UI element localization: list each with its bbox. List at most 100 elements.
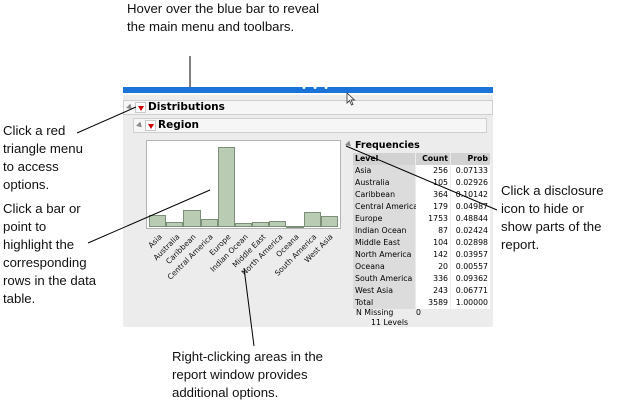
callout-line: triangle menu (3, 141, 83, 156)
callout-line: highlight the (3, 237, 75, 252)
n-missing-label: N Missing (356, 308, 394, 317)
callout-line: Right-clicking areas in the (172, 349, 323, 364)
chart-bar[interactable] (286, 226, 304, 228)
frequencies-title: Frequencies (355, 140, 420, 151)
region-title: Region (158, 119, 200, 131)
callout-disclosure: Click a disclosure icon to hide or show … (501, 182, 604, 254)
prob-cell: 0.07133 (451, 165, 490, 177)
table-row[interactable]: West Asia 243 0.06771 (353, 285, 490, 297)
prob-cell: 0.02926 (451, 177, 490, 189)
chart-bar[interactable] (269, 220, 287, 227)
count-cell: 104 (416, 237, 450, 249)
callout-top: Hover over the blue bar to reveal the ma… (127, 0, 319, 36)
count-cell: 364 (416, 189, 450, 201)
callout-line: icon to hide or (501, 201, 584, 216)
count-cell: 3589 (416, 297, 450, 309)
chart-bar[interactable] (234, 223, 253, 227)
callout-line: show parts of the (501, 219, 602, 234)
count-cell: 336 (416, 273, 450, 285)
callout-bar-click: Click a bar or point to highlight the co… (3, 200, 96, 308)
callout-line: the main menu and toolbars. (127, 19, 295, 34)
level-header[interactable]: Level (353, 153, 415, 165)
chart-bar[interactable] (320, 215, 338, 227)
level-cell: Asia (353, 165, 415, 177)
callout-line: Hover over the blue bar to reveal (127, 1, 320, 16)
red-triangle-icon (137, 105, 144, 111)
level-cell: North America (353, 249, 415, 261)
callout-line: point to (3, 219, 47, 234)
chart-bar[interactable] (303, 211, 321, 227)
callout-line: report window provides (172, 367, 308, 382)
prob-cell: 0.00557 (451, 261, 490, 273)
level-cell: Caribbean (353, 189, 415, 201)
chart-bar[interactable] (149, 215, 167, 227)
red-triangle-menu-button[interactable] (145, 120, 156, 131)
count-cell: 179 (416, 201, 450, 213)
levels-count: 11 Levels (371, 318, 409, 327)
distributions-header[interactable]: Distributions (123, 100, 493, 115)
table-row[interactable]: Oceana 20 0.00557 (353, 261, 490, 273)
table-row[interactable]: Caribbean 364 0.10142 (353, 189, 490, 201)
chart-bar[interactable] (217, 147, 235, 227)
blue-menu-bar[interactable]: • • • (123, 83, 493, 94)
callout-line: rows in the data (3, 273, 97, 288)
disclosure-icon[interactable] (136, 121, 144, 130)
prob-cell: 0.48844 (451, 213, 490, 225)
callout-right-click: Right-clicking areas in the report windo… (172, 348, 323, 402)
count-cell: 243 (416, 285, 450, 297)
count-cell: 142 (416, 249, 450, 261)
callout-line: Click a bar or (3, 201, 81, 216)
prob-header[interactable]: Prob (451, 153, 490, 165)
table-row[interactable]: South America 336 0.09362 (353, 273, 490, 285)
region-bar-chart[interactable] (146, 140, 341, 229)
table-row[interactable]: Central America 179 0.04987 (353, 201, 490, 213)
mouse-cursor-icon (346, 92, 356, 106)
red-triangle-icon (147, 123, 154, 129)
disclosure-icon[interactable] (345, 140, 353, 149)
level-cell: Middle East (353, 237, 415, 249)
prob-cell: 0.04987 (451, 201, 490, 213)
count-cell: 20 (416, 261, 450, 273)
table-row[interactable]: Indian Ocean 87 0.02424 (353, 225, 490, 237)
level-cell: West Asia (353, 285, 415, 297)
table-row[interactable]: Middle East 104 0.02898 (353, 237, 490, 249)
level-cell: Oceana (353, 261, 415, 273)
disclosure-icon[interactable] (126, 103, 134, 112)
callout-line: Click a red (3, 123, 66, 138)
red-triangle-menu-button[interactable] (135, 102, 146, 113)
chart-bar[interactable] (200, 218, 218, 227)
distributions-title: Distributions (148, 101, 225, 113)
chart-bar[interactable] (252, 222, 270, 227)
table-row[interactable]: North America 142 0.03957 (353, 249, 490, 261)
table-row[interactable]: Australia 105 0.02926 (353, 177, 490, 189)
prob-cell: 0.06771 (451, 285, 490, 297)
level-cell: South America (353, 273, 415, 285)
prob-cell: 0.10142 (451, 189, 490, 201)
n-missing-value: 0 (416, 308, 421, 317)
callout-line: report. (501, 237, 540, 252)
count-cell: 105 (416, 177, 450, 189)
region-header[interactable]: Region (133, 118, 487, 133)
count-cell: 87 (416, 225, 450, 237)
level-cell: Central America (353, 201, 419, 213)
callout-line: options. (3, 177, 50, 192)
level-cell: Indian Ocean (353, 225, 415, 237)
count-header[interactable]: Count (416, 153, 450, 165)
callout-line: Click a disclosure (501, 183, 604, 198)
count-cell: 256 (416, 165, 450, 177)
report-pane[interactable]: Distributions Region Asia Australia Caribb… (123, 95, 493, 327)
chart-bar[interactable] (183, 210, 201, 227)
callout-line: additional options. (172, 385, 279, 400)
level-cell: Australia (353, 177, 415, 189)
table-row[interactable]: Europe 1753 0.48844 (353, 213, 490, 225)
report-window[interactable]: • • • Distributions Region Asia Australia… (123, 83, 493, 327)
prob-cell: 1.00000 (451, 297, 490, 309)
frequencies-header[interactable]: Frequencies (345, 139, 485, 152)
prob-cell: 0.03957 (451, 249, 490, 261)
callout-red-triangle: Click a red triangle menu to access opti… (3, 122, 83, 194)
menu-dots-icon: • • • (301, 83, 331, 94)
callout-line: to access (3, 159, 59, 174)
chart-bar[interactable] (166, 222, 184, 227)
callout-line: corresponding (3, 255, 87, 270)
table-row[interactable]: Asia 256 0.07133 (353, 165, 490, 177)
